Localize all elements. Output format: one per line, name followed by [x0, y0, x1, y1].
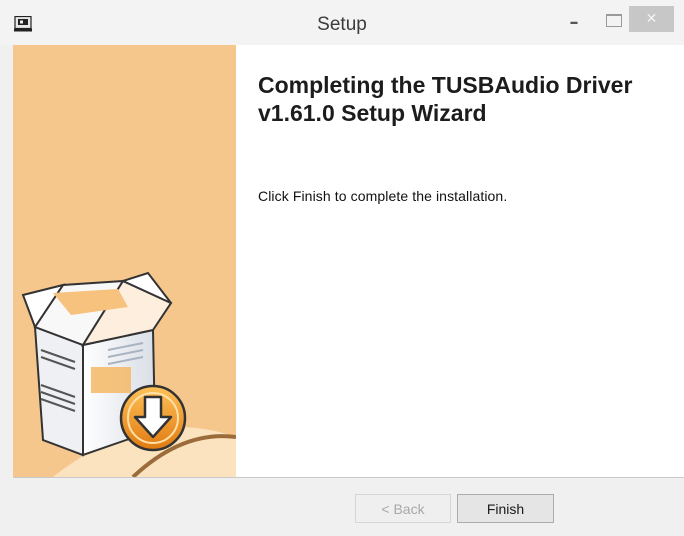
minimize-icon: –	[569, 11, 579, 33]
finish-button[interactable]: Finish	[457, 494, 554, 523]
wizard-banner	[13, 45, 236, 477]
back-button[interactable]: < Back	[355, 494, 451, 523]
minimize-button[interactable]: –	[560, 10, 588, 34]
wizard-message: Click Finish to complete the installatio…	[258, 188, 508, 204]
title-bar[interactable]: Setup – ✕	[0, 0, 684, 45]
window-border	[0, 45, 13, 536]
close-button[interactable]: ✕	[629, 6, 674, 32]
wizard-content: Completing the TUSBAudio Driver v1.61.0 …	[236, 45, 684, 477]
button-bar	[13, 478, 684, 536]
package-box-download-icon	[21, 271, 236, 477]
maximize-button[interactable]	[600, 8, 628, 32]
wizard-heading: Completing the TUSBAudio Driver v1.61.0 …	[258, 72, 633, 126]
maximize-icon	[606, 13, 622, 27]
setup-window: Setup – ✕ Completing the TUSBAudio Drive…	[0, 0, 684, 536]
close-icon: ✕	[645, 11, 658, 27]
